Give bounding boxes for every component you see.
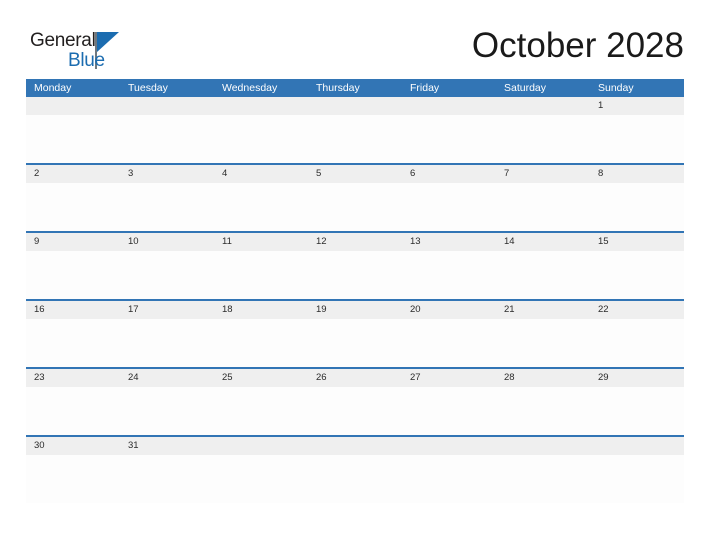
- dow-thursday: Thursday: [316, 82, 360, 94]
- dow-tuesday: Tuesday: [128, 82, 168, 94]
- dow-sunday: Sunday: [598, 82, 634, 94]
- day-cell[interactable]: [402, 437, 496, 455]
- week-date-band: 23 24 25 26 27 28 29: [26, 369, 684, 387]
- logo-text-general: General: [30, 30, 96, 51]
- day-cell[interactable]: 24: [120, 369, 214, 387]
- week-row: 1: [26, 97, 684, 163]
- day-cell[interactable]: 25: [214, 369, 308, 387]
- week-row: 16 17 18 19 20 21 22: [26, 299, 684, 367]
- day-cell[interactable]: [308, 437, 402, 455]
- page-header: General Blue October 2028: [0, 0, 712, 79]
- day-cell[interactable]: 26: [308, 369, 402, 387]
- day-cell[interactable]: 20: [402, 301, 496, 319]
- day-cell[interactable]: 29: [590, 369, 684, 387]
- day-cell[interactable]: [214, 437, 308, 455]
- day-cell[interactable]: [214, 97, 308, 115]
- logo-triangle-icon: [97, 32, 119, 52]
- day-cell[interactable]: 6: [402, 165, 496, 183]
- week-row: 9 10 11 12 13 14 15: [26, 231, 684, 299]
- day-cell[interactable]: [496, 97, 590, 115]
- week-note-area[interactable]: [26, 387, 684, 435]
- week-date-band: 30 31: [26, 437, 684, 455]
- day-cell[interactable]: 10: [120, 233, 214, 251]
- day-cell[interactable]: 9: [26, 233, 120, 251]
- dow-saturday: Saturday: [504, 82, 547, 94]
- day-cell[interactable]: 4: [214, 165, 308, 183]
- calendar-page: General Blue October 2028 Monday Tuesday…: [0, 0, 712, 550]
- day-cell[interactable]: 5: [308, 165, 402, 183]
- week-note-area[interactable]: [26, 183, 684, 231]
- day-of-week-header-row: Monday Tuesday Wednesday Thursday Friday…: [26, 79, 684, 97]
- week-note-area[interactable]: [26, 251, 684, 299]
- day-cell[interactable]: 23: [26, 369, 120, 387]
- day-cell[interactable]: 7: [496, 165, 590, 183]
- day-cell[interactable]: [120, 97, 214, 115]
- day-cell[interactable]: [590, 437, 684, 455]
- week-note-area[interactable]: [26, 319, 684, 367]
- generalblue-logo[interactable]: General Blue: [30, 31, 150, 73]
- week-row: 23 24 25 26 27 28 29: [26, 367, 684, 435]
- day-cell[interactable]: 2: [26, 165, 120, 183]
- week-note-area[interactable]: [26, 115, 684, 163]
- day-cell[interactable]: 18: [214, 301, 308, 319]
- day-cell[interactable]: [496, 437, 590, 455]
- day-cell[interactable]: 22: [590, 301, 684, 319]
- logo-text-blue: Blue: [68, 50, 105, 71]
- day-cell[interactable]: 14: [496, 233, 590, 251]
- day-cell[interactable]: 3: [120, 165, 214, 183]
- dow-friday: Friday: [410, 82, 440, 94]
- day-cell[interactable]: 27: [402, 369, 496, 387]
- day-cell[interactable]: 19: [308, 301, 402, 319]
- day-cell[interactable]: 13: [402, 233, 496, 251]
- day-cell[interactable]: [308, 97, 402, 115]
- day-cell[interactable]: 15: [590, 233, 684, 251]
- dow-monday: Monday: [34, 82, 72, 94]
- day-cell[interactable]: 12: [308, 233, 402, 251]
- week-row: 2 3 4 5 6 7 8: [26, 163, 684, 231]
- day-cell[interactable]: 21: [496, 301, 590, 319]
- week-date-band: 9 10 11 12 13 14 15: [26, 233, 684, 251]
- day-cell[interactable]: [26, 97, 120, 115]
- page-title: October 2028: [471, 26, 684, 65]
- week-row: 30 31: [26, 435, 684, 503]
- day-cell[interactable]: 1: [590, 97, 684, 115]
- dow-wednesday: Wednesday: [222, 82, 278, 94]
- day-cell[interactable]: 11: [214, 233, 308, 251]
- day-cell[interactable]: 31: [120, 437, 214, 455]
- day-cell[interactable]: 16: [26, 301, 120, 319]
- day-cell[interactable]: 28: [496, 369, 590, 387]
- week-note-area[interactable]: [26, 455, 684, 503]
- day-cell[interactable]: 17: [120, 301, 214, 319]
- day-cell[interactable]: [402, 97, 496, 115]
- week-date-band: 1: [26, 97, 684, 115]
- day-cell[interactable]: 30: [26, 437, 120, 455]
- calendar-grid: Monday Tuesday Wednesday Thursday Friday…: [26, 79, 684, 503]
- day-cell[interactable]: 8: [590, 165, 684, 183]
- week-date-band: 16 17 18 19 20 21 22: [26, 301, 684, 319]
- week-date-band: 2 3 4 5 6 7 8: [26, 165, 684, 183]
